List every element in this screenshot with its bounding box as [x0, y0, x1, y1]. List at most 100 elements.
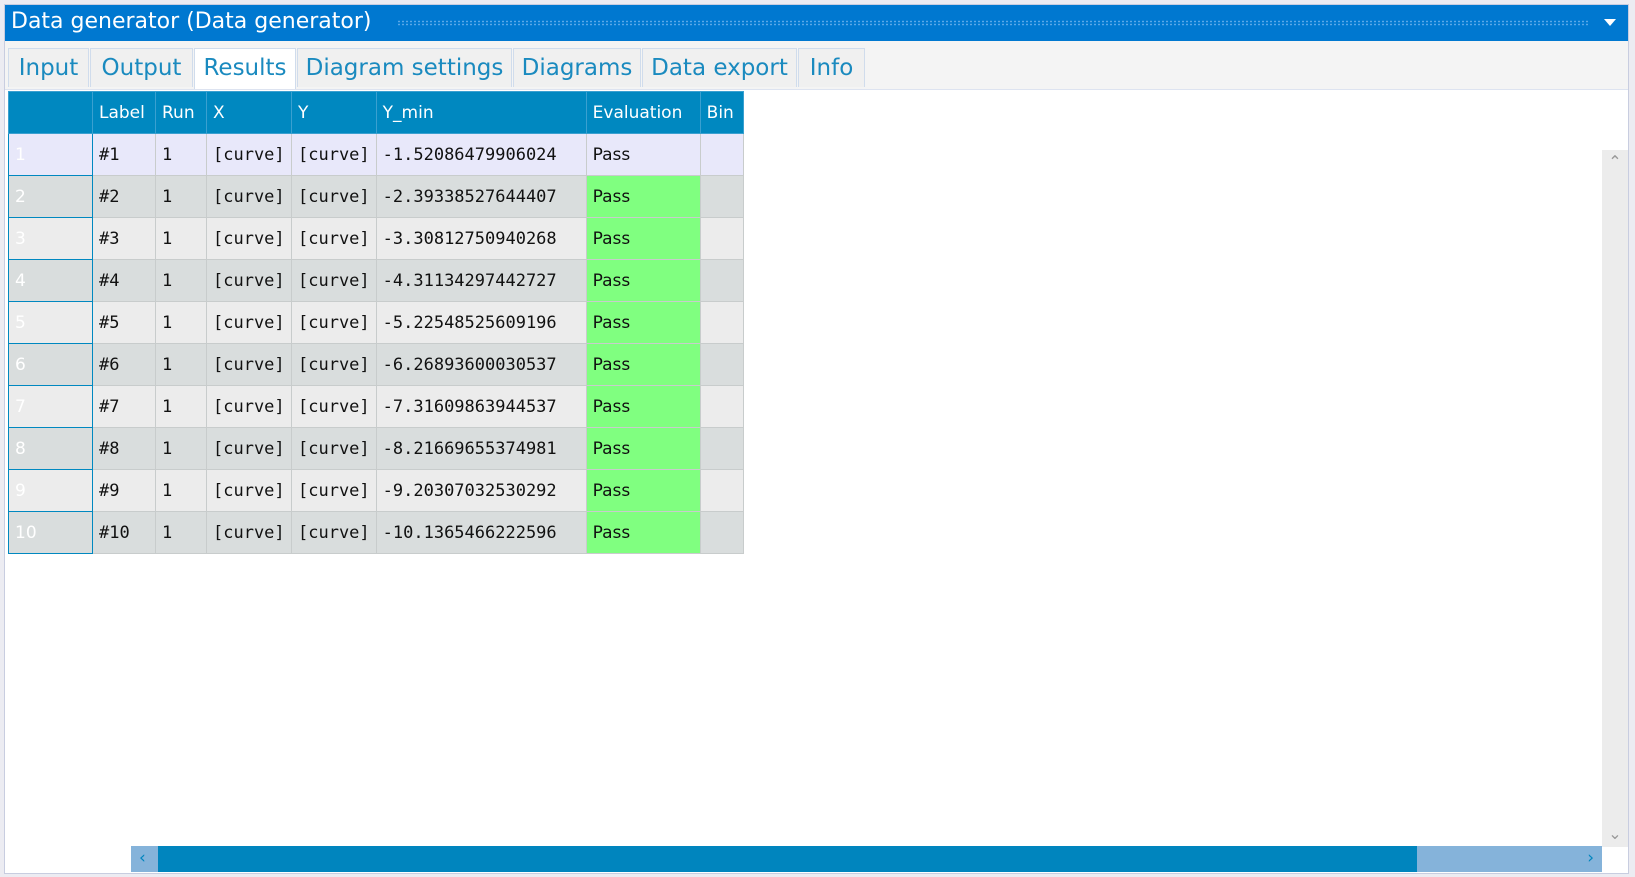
column-header-bin[interactable]: Bin — [699, 91, 744, 134]
cell-row-index[interactable]: 8 — [8, 427, 93, 470]
tab-info[interactable]: Info — [798, 48, 865, 87]
cell-bin[interactable] — [699, 133, 744, 176]
table-row[interactable]: 3 #3 1 [curve] [curve] -3.30812750940268 Pass — [8, 217, 744, 260]
cell-y-min[interactable]: -10.1365466222596 — [375, 511, 587, 554]
scroll-left-icon[interactable]: ‹ — [139, 848, 146, 868]
cell-bin[interactable] — [699, 301, 744, 344]
cell-y-min[interactable]: -3.30812750940268 — [375, 217, 587, 260]
table-row[interactable]: 4 #4 1 [curve] [curve] -4.31134297442727 Pass — [8, 259, 744, 302]
cell-y-min[interactable]: -7.31609863944537 — [375, 385, 587, 428]
cell-row-index[interactable]: 3 — [8, 217, 93, 260]
cell-row-index[interactable]: 10 — [8, 511, 93, 554]
column-header-x[interactable]: X — [206, 91, 292, 134]
cell-bin[interactable] — [699, 385, 744, 428]
cell-y[interactable]: [curve] — [291, 217, 377, 260]
table-row[interactable]: 7 #7 1 [curve] [curve] -7.31609863944537 Pass — [8, 385, 744, 428]
table-row[interactable]: 9 #9 1 [curve] [curve] -9.20307032530292 Pass — [8, 469, 744, 512]
cell-x[interactable]: [curve] — [206, 301, 292, 344]
cell-row-index[interactable]: 2 — [8, 175, 93, 218]
cell-row-index[interactable]: 7 — [8, 385, 93, 428]
cell-run[interactable]: 1 — [155, 301, 207, 344]
vertical-scrollbar[interactable]: ⌃ ⌄ — [1602, 150, 1628, 847]
table-row[interactable]: 6 #6 1 [curve] [curve] -6.26893600030537 Pass — [8, 343, 744, 386]
cell-run[interactable]: 1 — [155, 511, 207, 554]
cell-y[interactable]: [curve] — [291, 511, 377, 554]
cell-evaluation[interactable]: Pass — [585, 301, 701, 344]
cell-label[interactable]: #1 — [92, 133, 156, 176]
cell-label[interactable]: #8 — [92, 427, 156, 470]
column-header-evaluation[interactable]: Evaluation — [585, 91, 701, 134]
cell-evaluation[interactable]: Pass — [585, 511, 701, 554]
cell-y-min[interactable]: -4.31134297442727 — [375, 259, 587, 302]
cell-bin[interactable] — [699, 175, 744, 218]
table-row[interactable]: 2 #2 1 [curve] [curve] -2.39338527644407 Pass — [8, 175, 744, 218]
cell-label[interactable]: #2 — [92, 175, 156, 218]
cell-y-min[interactable]: -9.20307032530292 — [375, 469, 587, 512]
table-row[interactable]: 8 #8 1 [curve] [curve] -8.21669655374981 Pass — [8, 427, 744, 470]
cell-run[interactable]: 1 — [155, 469, 207, 512]
cell-x[interactable]: [curve] — [206, 511, 292, 554]
column-header-run[interactable]: Run — [155, 91, 207, 134]
cell-run[interactable]: 1 — [155, 343, 207, 386]
tab-diagrams[interactable]: Diagrams — [513, 48, 641, 87]
cell-y[interactable]: [curve] — [291, 343, 377, 386]
column-header-y-min[interactable]: Y_min — [375, 91, 587, 134]
cell-label[interactable]: #4 — [92, 259, 156, 302]
cell-x[interactable]: [curve] — [206, 259, 292, 302]
cell-run[interactable]: 1 — [155, 175, 207, 218]
cell-y[interactable]: [curve] — [291, 469, 377, 512]
title-drag-grip[interactable] — [397, 20, 1588, 26]
cell-x[interactable]: [curve] — [206, 385, 292, 428]
cell-y[interactable]: [curve] — [291, 301, 377, 344]
cell-bin[interactable] — [699, 511, 744, 554]
cell-y[interactable]: [curve] — [291, 427, 377, 470]
window-menu-dropdown-icon[interactable] — [1604, 19, 1616, 26]
cell-label[interactable]: #7 — [92, 385, 156, 428]
cell-y-min[interactable]: -1.52086479906024 — [375, 133, 587, 176]
tab-data-export[interactable]: Data export — [642, 48, 797, 87]
cell-bin[interactable] — [699, 469, 744, 512]
cell-row-index[interactable]: 5 — [8, 301, 93, 344]
cell-y[interactable]: [curve] — [291, 385, 377, 428]
cell-row-index[interactable]: 1 — [8, 133, 93, 176]
cell-x[interactable]: [curve] — [206, 175, 292, 218]
cell-run[interactable]: 1 — [155, 385, 207, 428]
table-row[interactable]: 5 #5 1 [curve] [curve] -5.22548525609196 Pass — [8, 301, 744, 344]
cell-label[interactable]: #9 — [92, 469, 156, 512]
cell-label[interactable]: #5 — [92, 301, 156, 344]
table-row[interactable]: 10 #10 1 [curve] [curve] -10.1365466222596 Pas… — [8, 511, 744, 554]
cell-y[interactable]: [curve] — [291, 175, 377, 218]
cell-y-min[interactable]: -8.21669655374981 — [375, 427, 587, 470]
cell-run[interactable]: 1 — [155, 427, 207, 470]
cell-evaluation[interactable]: Pass — [585, 175, 701, 218]
cell-evaluation[interactable]: Pass — [585, 427, 701, 470]
cell-row-index[interactable]: 9 — [8, 469, 93, 512]
cell-x[interactable]: [curve] — [206, 343, 292, 386]
cell-x[interactable]: [curve] — [206, 469, 292, 512]
cell-y-min[interactable]: -5.22548525609196 — [375, 301, 587, 344]
cell-row-index[interactable]: 4 — [8, 259, 93, 302]
cell-label[interactable]: #6 — [92, 343, 156, 386]
cell-label[interactable]: #10 — [92, 511, 156, 554]
tab-diagram-settings[interactable]: Diagram settings — [297, 48, 512, 87]
cell-evaluation[interactable]: Pass — [585, 469, 701, 512]
cell-evaluation[interactable]: Pass — [585, 343, 701, 386]
column-header-y[interactable]: Y — [291, 91, 377, 134]
cell-bin[interactable] — [699, 343, 744, 386]
cell-y-min[interactable]: -2.39338527644407 — [375, 175, 587, 218]
cell-y-min[interactable]: -6.26893600030537 — [375, 343, 587, 386]
cell-bin[interactable] — [699, 259, 744, 302]
cell-x[interactable]: [curve] — [206, 217, 292, 260]
cell-x[interactable]: [curve] — [206, 427, 292, 470]
horizontal-scroll-thumb[interactable] — [158, 846, 1417, 872]
table-row[interactable]: 1 #1 1 [curve] [curve] -1.52086479906024 Pass — [8, 133, 744, 176]
scroll-down-icon[interactable]: ⌄ — [1602, 824, 1628, 843]
cell-evaluation[interactable]: Pass — [585, 133, 701, 176]
column-header-row-index[interactable] — [8, 91, 93, 134]
tab-results[interactable]: Results — [194, 48, 296, 89]
scroll-right-icon[interactable]: › — [1587, 848, 1594, 868]
cell-y[interactable]: [curve] — [291, 133, 377, 176]
cell-run[interactable]: 1 — [155, 133, 207, 176]
horizontal-scrollbar[interactable]: ‹ › — [131, 846, 1602, 872]
cell-row-index[interactable]: 6 — [8, 343, 93, 386]
